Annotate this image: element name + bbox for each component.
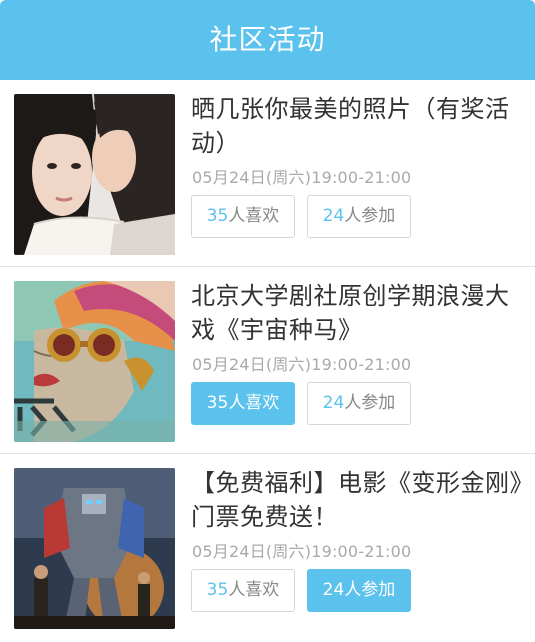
join-label: 人参加	[344, 206, 396, 226]
like-button[interactable]: 35人喜欢	[191, 382, 295, 425]
join-button[interactable]: 24人参加	[307, 569, 411, 612]
like-count: 35	[206, 580, 229, 600]
join-count: 24	[322, 206, 345, 226]
like-count: 35	[206, 393, 229, 413]
join-label: 人参加	[344, 580, 396, 600]
like-label: 人喜欢	[228, 580, 280, 600]
activity-title[interactable]: 【免费福利】电影《变形金刚》门票免费送！	[191, 466, 523, 534]
like-count: 35	[206, 206, 229, 226]
like-label: 人喜欢	[228, 206, 280, 226]
activity-image[interactable]	[14, 468, 175, 629]
activity-image[interactable]	[14, 281, 175, 442]
join-label: 人参加	[344, 393, 396, 413]
activity-item[interactable]: 北京大学剧社原创学期浪漫大戏《宇宙种马》 05月24日(周六)19:00-21:…	[0, 267, 535, 454]
activity-item[interactable]: 【免费福利】电影《变形金刚》门票免费送！ 05月24日(周六)19:00-21:…	[0, 454, 535, 642]
like-button[interactable]: 35人喜欢	[191, 195, 295, 238]
page-title: 社区活动	[209, 23, 326, 56]
activity-image[interactable]	[14, 94, 175, 255]
like-label: 人喜欢	[228, 393, 280, 413]
page-header: 社区活动	[0, 0, 535, 80]
join-count: 24	[322, 580, 345, 600]
activity-title[interactable]: 晒几张你最美的照片（有奖活动）	[191, 92, 523, 160]
activity-time: 05月24日(周六)19:00-21:00	[192, 355, 412, 374]
join-button[interactable]: 24人参加	[307, 382, 411, 425]
like-button[interactable]: 35人喜欢	[191, 569, 295, 612]
join-count: 24	[322, 393, 345, 413]
activity-time: 05月24日(周六)19:00-21:00	[192, 542, 412, 561]
activity-item[interactable]: 晒几张你最美的照片（有奖活动） 05月24日(周六)19:00-21:00 35…	[0, 80, 535, 267]
join-button[interactable]: 24人参加	[307, 195, 411, 238]
activity-title[interactable]: 北京大学剧社原创学期浪漫大戏《宇宙种马》	[191, 279, 523, 347]
activity-list: 晒几张你最美的照片（有奖活动） 05月24日(周六)19:00-21:00 35…	[0, 80, 535, 642]
activity-time: 05月24日(周六)19:00-21:00	[192, 168, 412, 187]
